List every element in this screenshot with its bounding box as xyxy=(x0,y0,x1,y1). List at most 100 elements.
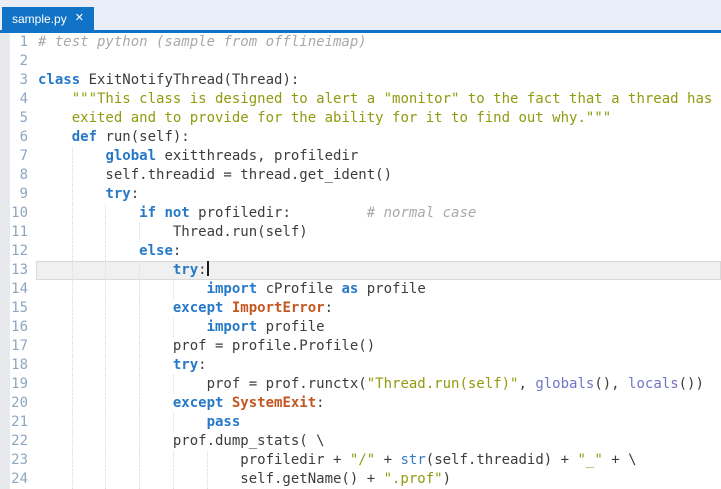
indent-guide xyxy=(105,318,106,337)
code-line[interactable]: 1# test python (sample from offlineimap) xyxy=(0,33,721,52)
token: : xyxy=(131,186,139,202)
token: """This class is designed to alert a "mo… xyxy=(72,91,713,107)
indent-guide xyxy=(105,356,106,375)
indent-guide xyxy=(105,394,106,413)
code-text: self.threadid = thread.get_ident() xyxy=(36,166,721,185)
token: "Thread.run(self)" xyxy=(367,376,519,392)
token: exited and to provide for the ability fo… xyxy=(72,110,611,126)
code-text: """This class is designed to alert a "mo… xyxy=(36,90,721,109)
code-line[interactable]: 22 prof.dump_stats( \ xyxy=(0,432,721,451)
code-line[interactable]: 18 try: xyxy=(0,356,721,375)
indent-guide xyxy=(105,337,106,356)
code-line[interactable]: 2 xyxy=(0,52,721,71)
code-line[interactable]: 17 prof = profile.Profile() xyxy=(0,337,721,356)
indent-guide xyxy=(72,204,73,223)
token: profiledir: xyxy=(190,205,367,221)
indent-guide xyxy=(173,318,174,337)
token: : xyxy=(198,262,206,278)
tab-bar: sample.py ✕ xyxy=(0,0,721,33)
line-number: 19 xyxy=(0,375,36,394)
line-number: 7 xyxy=(0,147,36,166)
code-line[interactable]: 5 exited and to provide for the ability … xyxy=(0,109,721,128)
indent-guide xyxy=(72,261,73,280)
token: ".prof" xyxy=(384,471,443,487)
indent-guide xyxy=(72,242,73,261)
code-text: try: xyxy=(36,261,721,280)
line-number: 22 xyxy=(0,432,36,451)
token xyxy=(38,205,139,221)
code-line[interactable]: 4 """This class is designed to alert a "… xyxy=(0,90,721,109)
line-number: 18 xyxy=(0,356,36,375)
indent-guide xyxy=(72,432,73,451)
code-text xyxy=(36,52,721,71)
indent-guide xyxy=(139,470,140,489)
code-text: Thread.run(self) xyxy=(36,223,721,242)
text-cursor xyxy=(207,261,209,276)
code-line[interactable]: 9 try: xyxy=(0,185,721,204)
line-number: 14 xyxy=(0,280,36,299)
code-line[interactable]: 11 Thread.run(self) xyxy=(0,223,721,242)
code-text: import profile xyxy=(36,318,721,337)
token: ExitNotifyThread(Thread): xyxy=(80,72,299,88)
token: (self.threadid) + xyxy=(426,452,578,468)
indent-guide xyxy=(105,242,106,261)
line-number: 12 xyxy=(0,242,36,261)
token xyxy=(223,300,231,316)
indent-guide xyxy=(72,166,73,185)
indent-guide xyxy=(173,470,174,489)
indent-guide xyxy=(105,223,106,242)
code-line[interactable]: 24 self.getName() + ".prof") xyxy=(0,470,721,489)
code-line[interactable]: 19 prof = prof.runctx("Thread.run(self)"… xyxy=(0,375,721,394)
code-line[interactable]: 12 else: xyxy=(0,242,721,261)
code-line[interactable]: 23 profiledir + "/" + str(self.threadid)… xyxy=(0,451,721,470)
indent-guide xyxy=(72,318,73,337)
code-text: import cProfile as profile xyxy=(36,280,721,299)
code-line[interactable]: 3class ExitNotifyThread(Thread): xyxy=(0,71,721,90)
indent-guide xyxy=(139,451,140,470)
token xyxy=(223,395,231,411)
code-line[interactable]: 21 pass xyxy=(0,413,721,432)
indent-guide xyxy=(105,413,106,432)
token: not xyxy=(164,205,189,221)
token: import xyxy=(207,319,258,335)
code-line[interactable]: 20 except SystemExit: xyxy=(0,394,721,413)
code-line[interactable]: 16 import profile xyxy=(0,318,721,337)
code-text: prof.dump_stats( \ xyxy=(36,432,721,451)
token: try xyxy=(173,262,198,278)
line-number: 4 xyxy=(0,90,36,109)
code-text: class ExitNotifyThread(Thread): xyxy=(36,71,721,90)
code-line[interactable]: 6 def run(self): xyxy=(0,128,721,147)
token: profiledir + xyxy=(38,452,350,468)
token: # test python (sample from offlineimap) xyxy=(38,34,367,50)
code-text: exited and to provide for the ability fo… xyxy=(36,109,721,128)
code-line[interactable]: 13 try: xyxy=(0,261,721,280)
token xyxy=(38,319,207,335)
code-line[interactable]: 7 global exitthreads, profiledir xyxy=(0,147,721,166)
code-text: prof = prof.runctx("Thread.run(self)", g… xyxy=(36,375,721,394)
indent-guide xyxy=(72,223,73,242)
code-text: except ImportError: xyxy=(36,299,721,318)
tab-label: sample.py xyxy=(12,12,67,26)
indent-guide xyxy=(72,299,73,318)
token xyxy=(38,129,72,145)
code-text: prof = profile.Profile() xyxy=(36,337,721,356)
code-text: pass xyxy=(36,413,721,432)
code-line[interactable]: 14 import cProfile as profile xyxy=(0,280,721,299)
code-text: def run(self): xyxy=(36,128,721,147)
tab-sample-py[interactable]: sample.py ✕ xyxy=(2,7,94,30)
code-line[interactable]: 15 except ImportError: xyxy=(0,299,721,318)
indent-guide xyxy=(139,299,140,318)
code-editor[interactable]: 1# test python (sample from offlineimap)… xyxy=(0,33,721,489)
close-icon[interactable]: ✕ xyxy=(75,13,84,24)
code-text: self.getName() + ".prof") xyxy=(36,470,721,489)
code-line[interactable]: 8 self.threadid = thread.get_ident() xyxy=(0,166,721,185)
indent-guide xyxy=(173,413,174,432)
code-lines: 1# test python (sample from offlineimap)… xyxy=(0,33,721,489)
indent-guide xyxy=(139,261,140,280)
code-line[interactable]: 10 if not profiledir: # normal case xyxy=(0,204,721,223)
token xyxy=(38,243,139,259)
indent-guide xyxy=(72,337,73,356)
indent-guide xyxy=(139,394,140,413)
token: prof = profile.Profile() xyxy=(38,338,375,354)
line-number: 16 xyxy=(0,318,36,337)
